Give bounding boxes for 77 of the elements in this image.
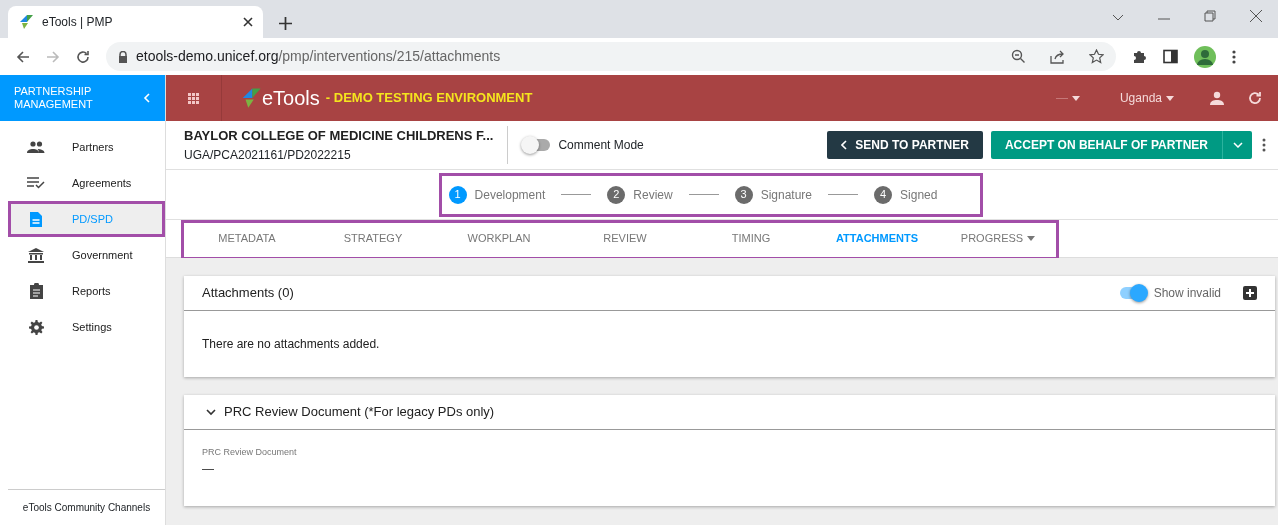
people-icon	[27, 141, 45, 153]
step-label: Signed	[900, 186, 938, 204]
page-tab[interactable]: WORKPLAN	[436, 219, 562, 260]
reload-icon[interactable]	[76, 49, 90, 64]
field-label: PRC Review Document	[202, 446, 298, 459]
puzzle-icon[interactable]	[1132, 49, 1147, 64]
caret-icon	[1166, 95, 1174, 101]
browser-tab[interactable]: eTools | PMP	[8, 6, 263, 38]
close-icon[interactable]	[1250, 10, 1262, 22]
reference-number: UGA/PCA2021161/PD2022215	[184, 146, 352, 164]
close-icon[interactable]	[243, 17, 253, 27]
page-tab[interactable]: STRATEGY	[310, 219, 436, 260]
sidebar-item[interactable]: Settings	[8, 309, 165, 345]
toggle-switch[interactable]	[1119, 287, 1146, 299]
step-number: 1	[448, 185, 467, 204]
tab-title: eTools | PMP	[42, 14, 114, 31]
chevron-down-icon	[1232, 142, 1243, 148]
zoom-out-icon[interactable]	[1011, 49, 1026, 64]
new-tab-icon[interactable]	[279, 17, 292, 30]
step-number: 3	[734, 185, 753, 204]
restore-icon[interactable]	[1204, 10, 1216, 22]
accept-button[interactable]: ACCEPT ON BEHALF OF PARTNER	[990, 131, 1222, 159]
side-panel-icon[interactable]	[1163, 49, 1178, 64]
sidebar-item[interactable]: Government	[8, 237, 165, 273]
logo-text: eTools	[262, 86, 320, 111]
clipboard-icon	[29, 283, 43, 299]
step-label: Signature	[760, 186, 813, 204]
logo-icon	[240, 87, 262, 109]
add-icon[interactable]	[1243, 286, 1257, 300]
caret-icon	[1071, 95, 1080, 101]
environment-label: - DEMO TESTING ENVIRONMENT	[325, 89, 533, 108]
caret-icon	[1027, 236, 1036, 241]
more-icon[interactable]	[1262, 138, 1266, 152]
country-dropdown[interactable]: Uganda	[1119, 89, 1174, 107]
step-label: Development	[474, 186, 546, 204]
url-text: etools-demo.unicef.org/pmp/interventions/215/attachments	[136, 47, 501, 66]
partner-title: BAYLOR COLLEGE OF MEDICINE CHILDRENS F...	[184, 127, 494, 146]
share-icon[interactable]	[1050, 49, 1065, 64]
empty-message: There are no attachments added.	[202, 336, 380, 353]
comment-mode-label: Comment Mode	[558, 137, 644, 154]
sidebar-item[interactable]: Agreements	[8, 165, 165, 201]
document-icon	[30, 211, 42, 227]
avatar-icon[interactable]	[1194, 45, 1216, 68]
star-icon[interactable]	[1089, 49, 1104, 64]
step-label: Review	[633, 186, 673, 204]
user-icon[interactable]	[1210, 91, 1224, 105]
step-number: 2	[607, 185, 626, 204]
show-invalid-label: Show invalid	[1153, 285, 1221, 302]
sidebar-item[interactable]: Partners	[8, 129, 165, 165]
address-bar[interactable]: etools-demo.unicef.org/pmp/interventions/215/attachments	[106, 42, 1116, 71]
sidebar-title: PARTNERSHIP MANAGEMENT	[14, 85, 94, 111]
logo-icon	[18, 14, 34, 30]
send-to-partner-button[interactable]: SEND TO PARTNER	[827, 131, 983, 159]
page-tab[interactable]: REVIEW	[562, 219, 688, 260]
sidebar-item[interactable]: Reports	[8, 273, 165, 309]
step-number: 4	[874, 185, 893, 204]
more-icon[interactable]	[1232, 49, 1236, 64]
card-title: PRC Review Document (*For legacy PDs only)	[224, 403, 495, 422]
bank-icon	[28, 247, 44, 263]
community-channels-link[interactable]: eTools Community Channels	[22, 500, 151, 515]
card-title: Attachments (0)	[202, 284, 295, 303]
chevron-down-icon[interactable]	[1112, 14, 1124, 22]
page-tab[interactable]: TIMING	[688, 219, 814, 260]
toggle-switch[interactable]	[524, 139, 551, 151]
back-icon[interactable]	[16, 49, 30, 64]
chevron-down-icon[interactable]	[206, 407, 216, 417]
lock-icon	[118, 50, 128, 63]
apps-grid-icon[interactable]	[188, 92, 199, 104]
field-value: —	[202, 460, 215, 478]
chevron-left-icon	[841, 140, 848, 150]
collapse-icon[interactable]	[143, 93, 151, 103]
checklist-icon	[27, 177, 45, 189]
page-tab[interactable]: PROGRESS	[940, 219, 1056, 260]
sidebar-item[interactable]: PD/SPD	[8, 201, 165, 237]
page-tab[interactable]: METADATA	[184, 219, 310, 260]
refresh-icon[interactable]	[1248, 91, 1262, 105]
settings-icon	[28, 319, 44, 335]
